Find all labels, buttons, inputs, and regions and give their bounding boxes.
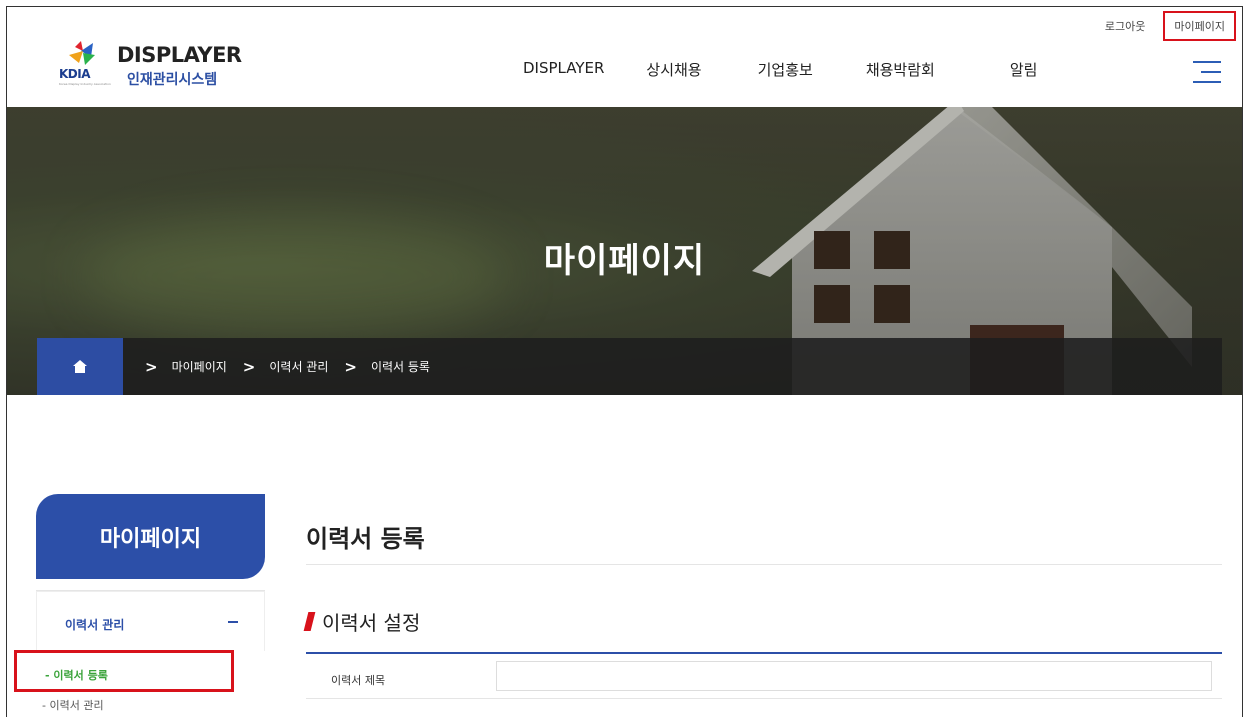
sidebar-item-resume-manage[interactable]: - 이력서 관리	[42, 697, 104, 713]
site-logo[interactable]: KDIA Korea Display Industry Association …	[55, 39, 255, 89]
breadcrumb-item-resume-manage[interactable]: > 이력서 관리	[243, 358, 329, 376]
sidebar-group-resume: 이력서 관리	[36, 591, 265, 651]
home-button[interactable]	[37, 338, 123, 395]
nav-item-displayer[interactable]: DISPLAYER	[523, 59, 604, 80]
logo-kdia-text: KDIA	[59, 67, 91, 81]
nav-item-notice[interactable]: 알림	[1010, 59, 1038, 80]
banner-title: 마이페이지	[543, 241, 706, 281]
chevron-right-icon: >	[145, 357, 158, 376]
mypage-link[interactable]: 마이페이지	[1163, 11, 1236, 41]
sidebar-group-label[interactable]: 이력서 관리	[65, 616, 124, 633]
title-divider	[306, 564, 1222, 565]
breadcrumb-label: 이력서 관리	[269, 360, 329, 374]
main-navigation: DISPLAYER 상시채용 기업홍보 채용박람회 알림	[523, 59, 1037, 80]
hamburger-menu-icon[interactable]	[1193, 61, 1221, 83]
sidebar-item-resume-register[interactable]: - 이력서 등록	[14, 650, 234, 692]
breadcrumb-label: 마이페이지	[171, 360, 227, 374]
logo-title: DISPLAYER	[117, 43, 242, 67]
site-header: 로그아웃 마이페이지 KDIA Korea Display Industry A…	[7, 7, 1242, 107]
logo-subtitle: Korea Display Industry Association	[59, 82, 111, 86]
collapse-minus-icon[interactable]	[228, 621, 238, 623]
form-row-resume-title: 이력서 제목	[306, 654, 1222, 699]
breadcrumb-item-mypage[interactable]: > 마이페이지	[145, 358, 227, 376]
sidebar-title: 마이페이지	[99, 526, 202, 552]
section-marker-icon	[303, 612, 316, 631]
breadcrumb-label: 이력서 등록	[370, 360, 430, 374]
logo-title-sub: 인재관리시스템	[127, 72, 218, 88]
form-row-next	[306, 699, 1222, 717]
breadcrumb: > 마이페이지 > 이력서 관리 > 이력서 등록	[37, 338, 1222, 395]
field-label: 이력서 제목	[331, 674, 386, 687]
chevron-right-icon: >	[242, 357, 256, 376]
utility-links: 로그아웃 마이페이지	[1097, 11, 1236, 41]
nav-item-job-fair[interactable]: 채용박람회	[866, 59, 935, 80]
resume-title-input[interactable]	[496, 661, 1212, 691]
nav-item-company-pr[interactable]: 기업홍보	[758, 59, 813, 80]
browser-frame: 로그아웃 마이페이지 KDIA Korea Display Industry A…	[6, 6, 1243, 717]
logout-link[interactable]: 로그아웃	[1097, 12, 1153, 40]
section-title: 이력서 설정	[322, 611, 421, 635]
section-heading: 이력서 설정	[303, 607, 421, 636]
nav-item-recruit[interactable]: 상시채용	[646, 59, 701, 80]
breadcrumb-item-resume-register[interactable]: > 이력서 등록	[344, 358, 430, 376]
page-title: 이력서 등록	[306, 525, 425, 553]
sidebar-title-box: 마이페이지	[36, 494, 265, 579]
breadcrumb-items: > 마이페이지 > 이력서 관리 > 이력서 등록	[145, 338, 446, 395]
chevron-right-icon: >	[344, 357, 357, 376]
sidebar-item-label: - 이력서 등록	[45, 669, 108, 682]
home-icon	[73, 360, 87, 373]
